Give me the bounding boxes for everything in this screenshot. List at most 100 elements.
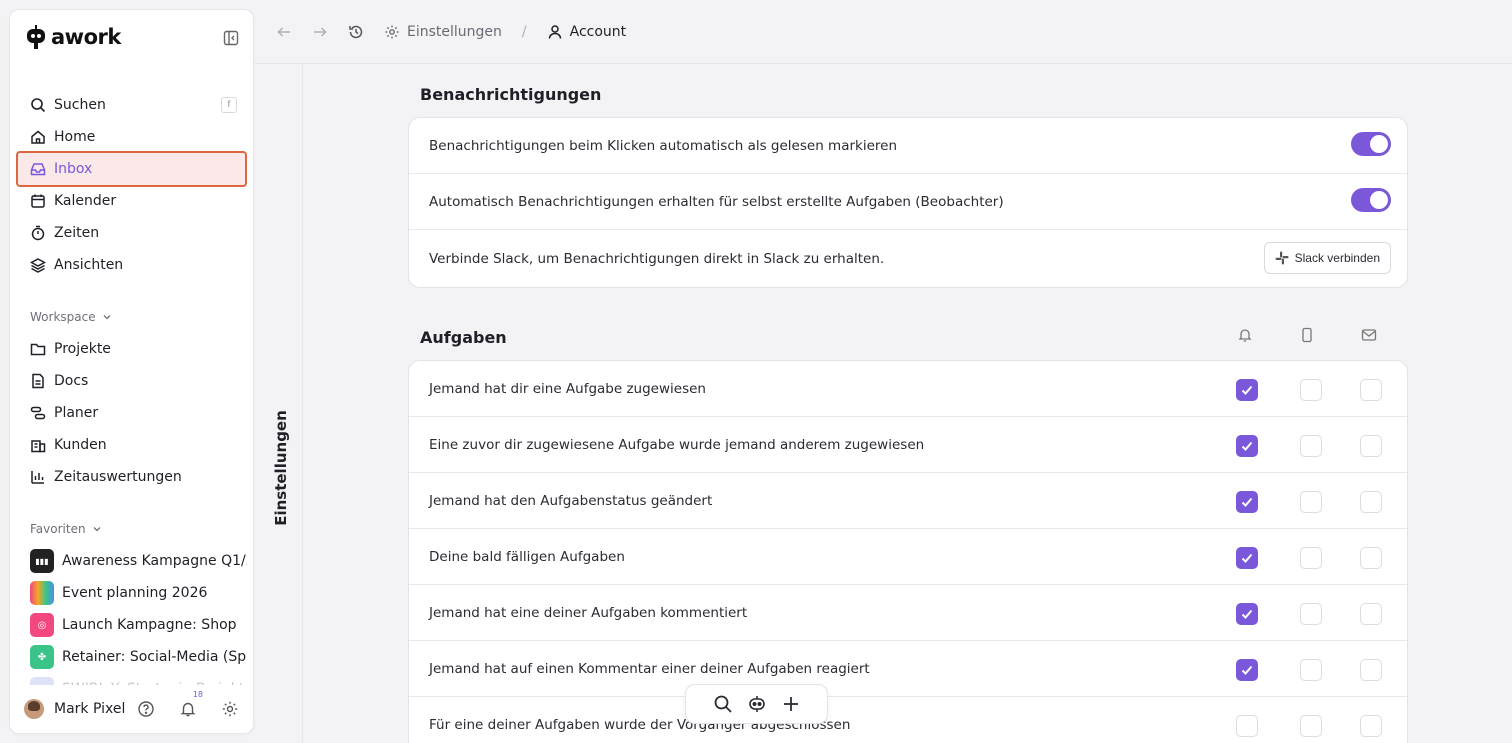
favorite-project[interactable]: ◎ Launch Kampagne: Shop xyxy=(16,609,247,641)
avatar[interactable] xyxy=(24,699,44,719)
nav-home-label: Home xyxy=(54,129,96,145)
in-app-checkbox[interactable] xyxy=(1236,435,1258,457)
check-icon xyxy=(1241,609,1253,619)
nav-clients[interactable]: Kunden xyxy=(16,429,247,461)
notifications-button[interactable]: 18 xyxy=(179,690,203,718)
nav-docs-label: Docs xyxy=(54,373,89,389)
email-checkbox[interactable] xyxy=(1360,547,1382,569)
check-icon xyxy=(1241,665,1253,675)
setting-label: Verbinde Slack, um Benachrichtigungen di… xyxy=(429,250,885,267)
mobile-checkbox[interactable] xyxy=(1300,491,1322,513)
in-app-checkbox[interactable] xyxy=(1236,491,1258,513)
notification-setting-row: Automatisch Benachrichtigungen erhalten … xyxy=(409,174,1407,230)
mobile-checkbox[interactable] xyxy=(1300,547,1322,569)
nav-views[interactable]: Ansichten xyxy=(16,249,247,281)
stopwatch-icon xyxy=(31,225,45,241)
bell-icon xyxy=(1238,329,1252,342)
favorites-section-toggle[interactable]: Favoriten xyxy=(16,517,247,541)
email-checkbox[interactable] xyxy=(1360,715,1382,737)
favorite-label: Launch Kampagne: Shop xyxy=(62,617,237,633)
calendar-icon xyxy=(31,194,45,208)
collapse-sidebar-icon[interactable] xyxy=(223,30,239,46)
in-app-checkbox[interactable] xyxy=(1236,547,1258,569)
connect-slack-label: Slack verbinden xyxy=(1294,251,1380,265)
mobile-icon xyxy=(1302,327,1312,343)
nav-calendar[interactable]: Kalender xyxy=(16,185,247,217)
task-setting-row: Für eine deiner Aufgaben wurde der Vorgä… xyxy=(409,697,1407,743)
nav-home[interactable]: Home xyxy=(16,121,247,153)
nav-search[interactable]: Suchen f xyxy=(16,89,247,121)
breadcrumb-separator: / xyxy=(521,23,527,40)
nav-times-label: Zeiten xyxy=(54,225,100,241)
in-app-checkbox[interactable] xyxy=(1236,659,1258,681)
breadcrumb-account-label: Account xyxy=(569,23,627,40)
workspace-label: Workspace xyxy=(30,310,96,324)
notification-setting-row: Benachrichtigungen beim Klicken automati… xyxy=(409,118,1407,174)
nav-inbox-label: Inbox xyxy=(54,161,93,177)
favorite-project[interactable]: ▮▮▮ Awareness Kampagne Q1/2... xyxy=(16,545,247,577)
ai-assistant-icon[interactable] xyxy=(747,694,767,714)
nav-calendar-label: Kalender xyxy=(54,193,117,209)
tasks-title: Aufgaben xyxy=(420,328,507,347)
help-icon[interactable] xyxy=(137,700,155,718)
favorite-label: Awareness Kampagne Q1/2... xyxy=(62,553,247,569)
layers-icon xyxy=(30,258,46,273)
user-name[interactable]: Mark Pixel xyxy=(54,701,127,717)
mobile-checkbox[interactable] xyxy=(1300,603,1322,625)
clover-logo-icon: ✤ xyxy=(30,645,54,669)
nav-times[interactable]: Zeiten xyxy=(16,217,247,249)
forward-arrow-icon[interactable] xyxy=(312,24,328,40)
task-rows: Jemand hat dir eine Aufgabe zugewiesen Ei… xyxy=(409,361,1407,743)
task-setting-row: Jemand hat den Aufgabenstatus geändert xyxy=(409,473,1407,529)
email-checkbox[interactable] xyxy=(1360,603,1382,625)
gear-icon[interactable] xyxy=(221,700,239,718)
nav-views-label: Ansichten xyxy=(54,257,124,273)
watcher-toggle[interactable] xyxy=(1351,188,1391,212)
back-arrow-icon[interactable] xyxy=(276,24,292,40)
setting-label: Jemand hat den Aufgabenstatus geändert xyxy=(429,492,713,509)
email-checkbox[interactable] xyxy=(1360,491,1382,513)
nav-planner[interactable]: Planer xyxy=(16,397,247,429)
floating-toolbar xyxy=(685,684,828,724)
nav-inbox[interactable]: Inbox xyxy=(16,151,247,187)
nav-projects-label: Projekte xyxy=(54,341,111,357)
mobile-checkbox[interactable] xyxy=(1300,435,1322,457)
main-content: Benachrichtigungen Benachrichtigungen be… xyxy=(303,64,1512,743)
sidebar: awork Suchen f Home Inbox Kalender Zeite… xyxy=(9,9,254,734)
favorite-label: Retainer: Social-Media (Sp... xyxy=(62,649,247,665)
email-checkbox[interactable] xyxy=(1360,659,1382,681)
mobile-checkbox[interactable] xyxy=(1300,715,1322,737)
search-icon[interactable] xyxy=(713,694,733,714)
nav-time-reports[interactable]: Zeitauswertungen xyxy=(16,461,247,493)
task-setting-row: Jemand hat eine deiner Aufgaben kommenti… xyxy=(409,585,1407,641)
breadcrumb-account: Account xyxy=(547,23,627,40)
tasks-card: Jemand hat dir eine Aufgabe zugewiesen Ei… xyxy=(408,360,1408,743)
email-checkbox[interactable] xyxy=(1360,435,1382,457)
nav-planner-label: Planer xyxy=(54,405,99,421)
in-app-checkbox[interactable] xyxy=(1236,379,1258,401)
logo[interactable]: awork xyxy=(25,24,121,50)
nav-projects[interactable]: Projekte xyxy=(16,333,247,365)
setting-label: Automatisch Benachrichtigungen erhalten … xyxy=(429,193,1004,210)
history-icon[interactable] xyxy=(348,24,364,40)
connect-slack-button[interactable]: Slack verbinden xyxy=(1263,242,1391,274)
in-app-checkbox[interactable] xyxy=(1236,715,1258,737)
in-app-checkbox[interactable] xyxy=(1236,603,1258,625)
inbox-icon xyxy=(30,163,46,176)
mail-icon xyxy=(1361,329,1377,341)
task-setting-row: Eine zuvor dir zugewiesene Aufgabe wurde… xyxy=(409,417,1407,473)
breadcrumb-settings[interactable]: Einstellungen xyxy=(384,24,502,40)
favorite-project[interactable]: Event planning 2026 xyxy=(16,577,247,609)
plus-icon[interactable] xyxy=(781,694,801,714)
notifications-card: Benachrichtigungen beim Klicken automati… xyxy=(408,117,1408,288)
user-icon xyxy=(548,24,561,39)
mobile-checkbox[interactable] xyxy=(1300,659,1322,681)
email-checkbox[interactable] xyxy=(1360,379,1382,401)
workspace-section-toggle[interactable]: Workspace xyxy=(16,305,247,329)
check-icon xyxy=(1241,497,1253,507)
favorite-project[interactable]: ✤ Retainer: Social-Media (Sp... xyxy=(16,641,247,673)
auto-read-toggle[interactable] xyxy=(1351,132,1391,156)
mobile-checkbox[interactable] xyxy=(1300,379,1322,401)
chevron-down-icon xyxy=(93,527,101,532)
nav-docs[interactable]: Docs xyxy=(16,365,247,397)
